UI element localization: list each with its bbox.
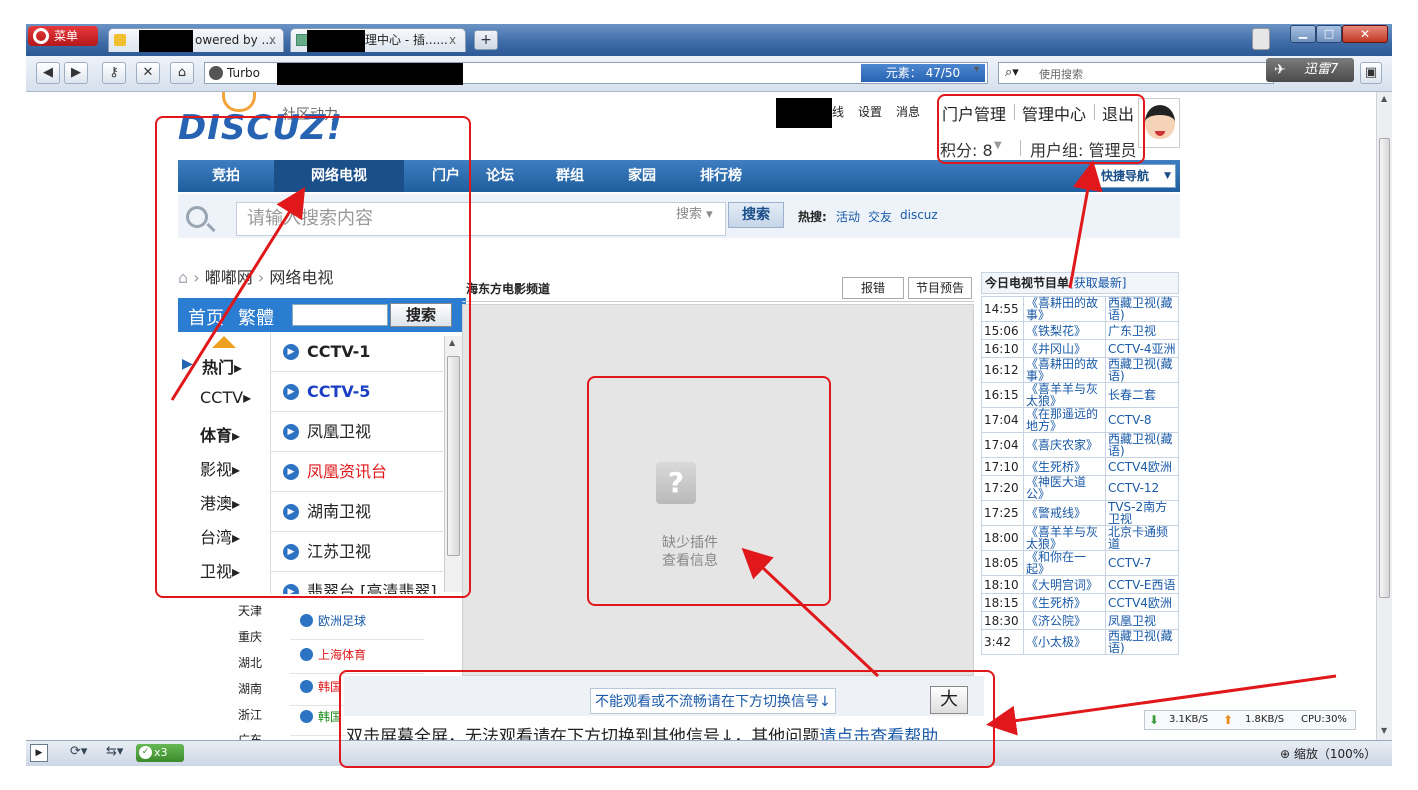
annotation-arrows xyxy=(170,160,1337,736)
arrow-to-help xyxy=(986,674,1337,736)
arrow-to-webtv xyxy=(170,186,306,401)
arrow-to-admin xyxy=(1068,160,1103,289)
arrow-to-plugin xyxy=(741,547,880,678)
